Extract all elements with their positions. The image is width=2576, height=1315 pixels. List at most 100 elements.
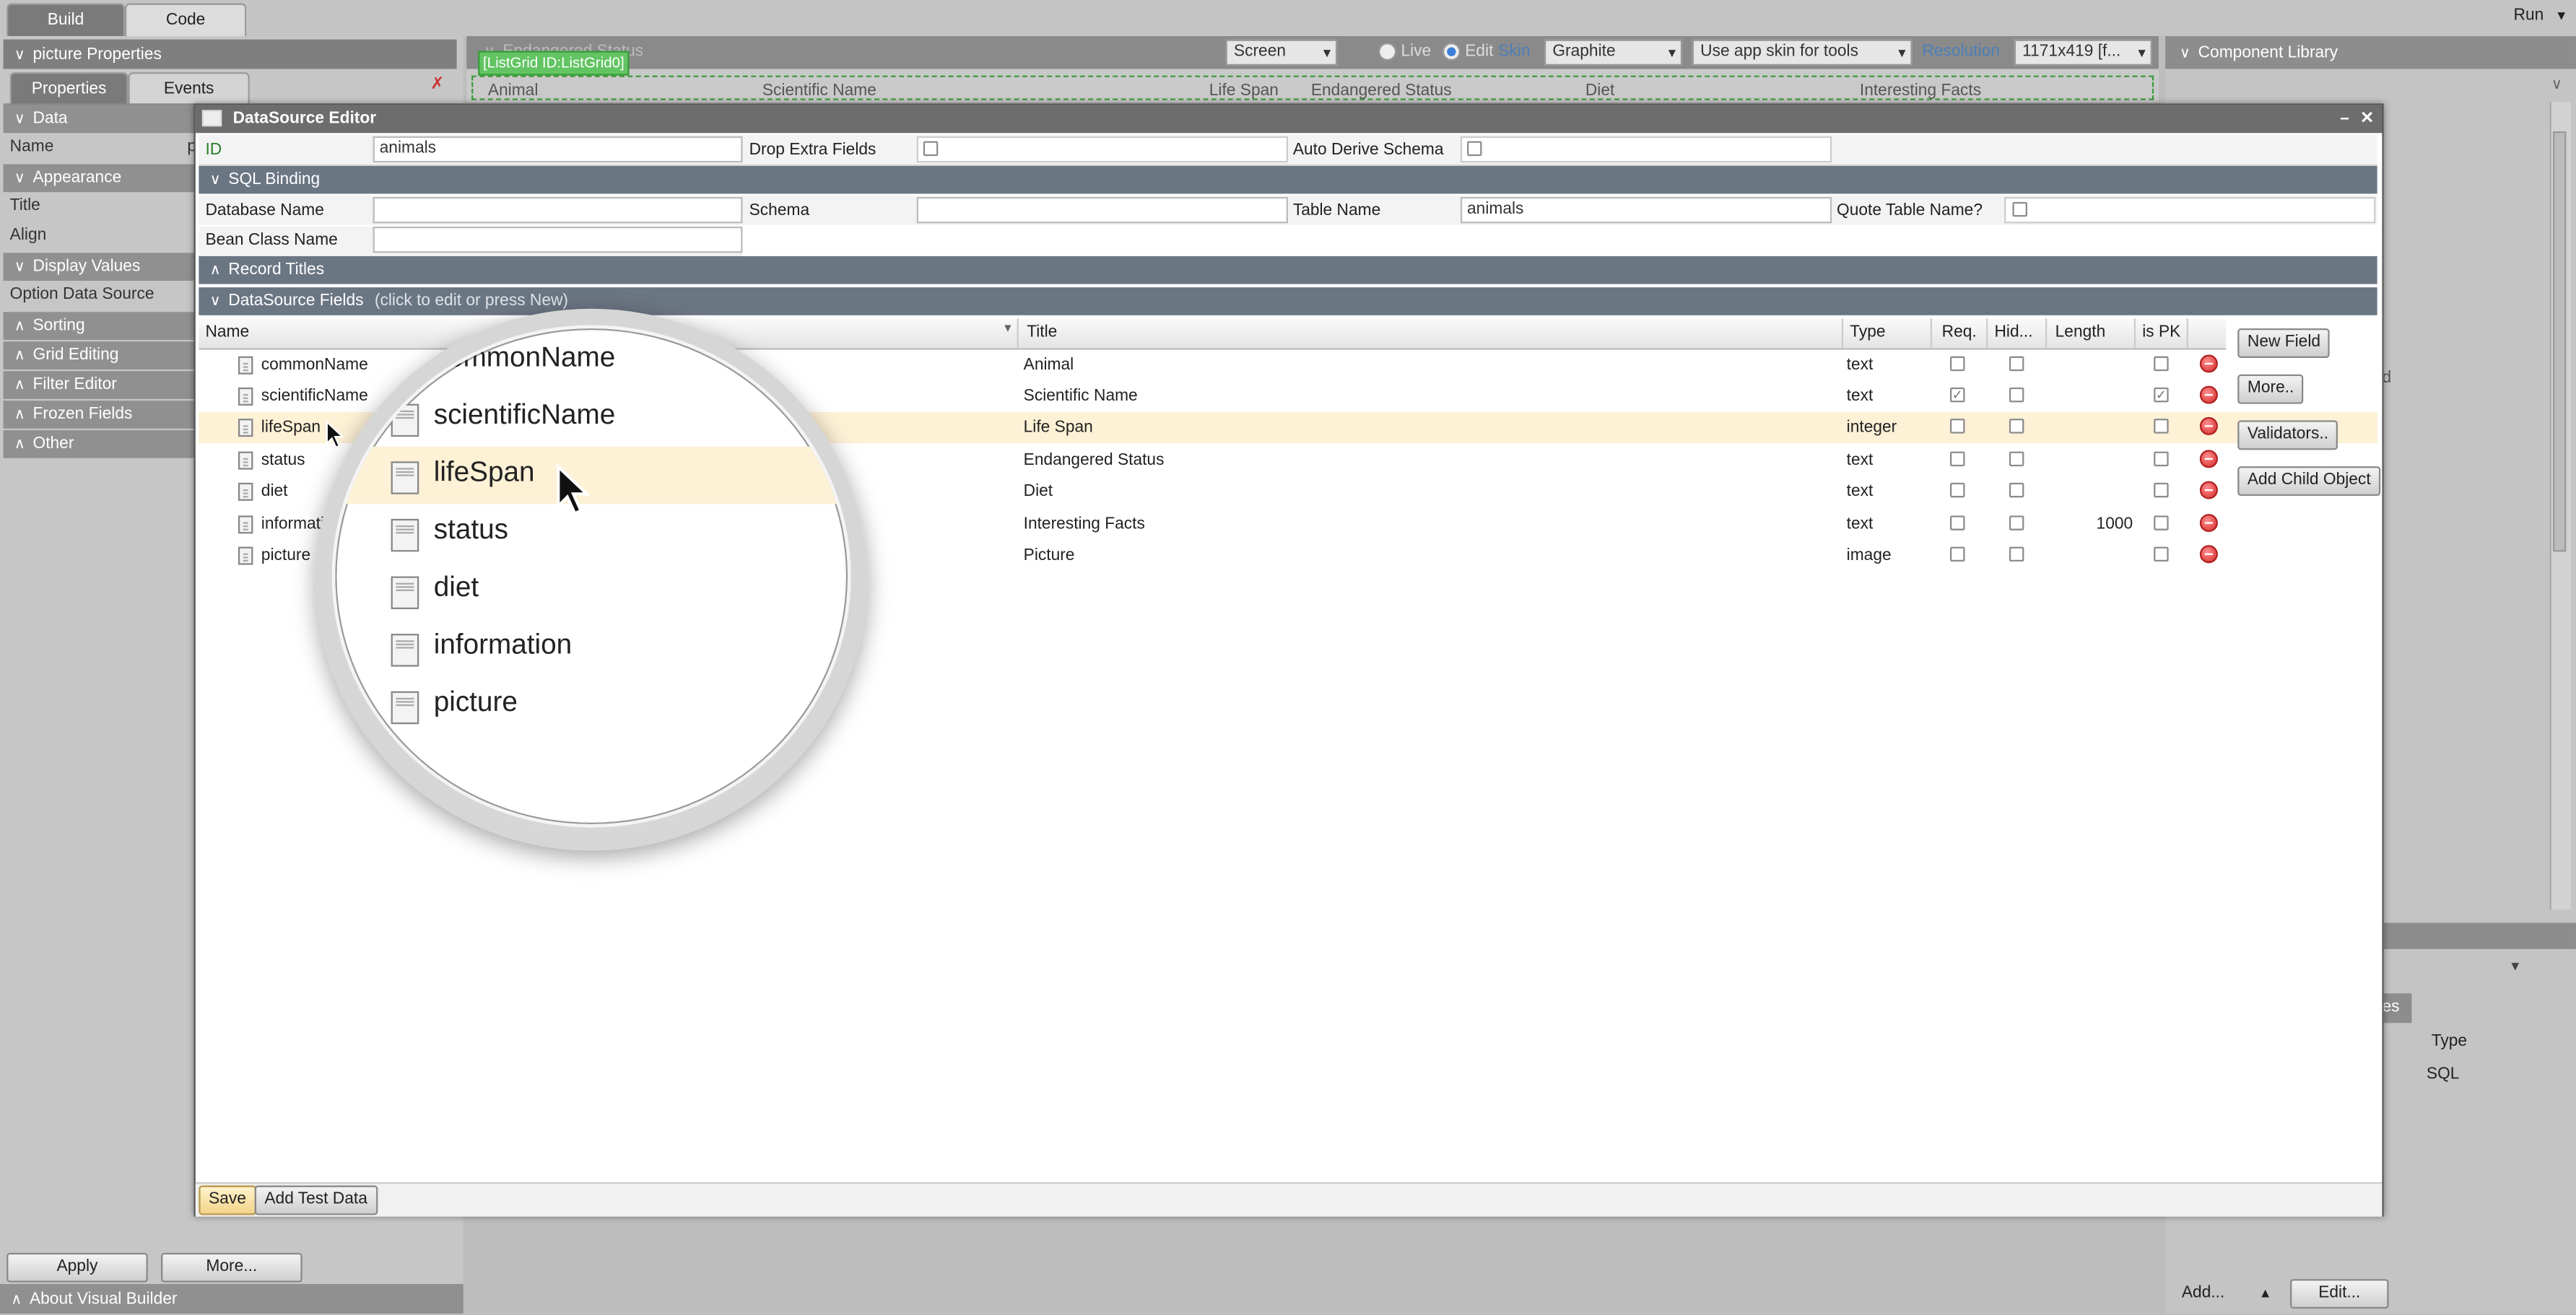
dialog-titlebar[interactable]: DataSource Editor – ✕ [195, 105, 2383, 134]
header-title[interactable]: Title [1027, 323, 1057, 341]
run-menu[interactable]: Run ▼ [2514, 6, 2568, 25]
column-diet[interactable]: Diet [1585, 82, 1614, 100]
database-name-input[interactable] [373, 197, 743, 224]
table-name-input[interactable]: animals [1460, 197, 1832, 224]
hidden-checkbox[interactable] [2009, 482, 2024, 498]
sort-icon[interactable]: ▼ [1002, 323, 1014, 335]
required-checkbox[interactable] [1950, 451, 1965, 467]
tools-skin-select[interactable]: Use app skin for tools [1692, 39, 1913, 66]
header-length[interactable]: Length [2055, 323, 2106, 341]
header-type[interactable]: Type [1850, 323, 1885, 341]
pk-checkbox[interactable] [2154, 515, 2169, 530]
scroll-thumb[interactable] [2553, 131, 2567, 552]
required-checkbox[interactable] [1950, 546, 1965, 562]
tab-properties[interactable]: Properties [9, 72, 129, 105]
more-button[interactable]: More... [160, 1252, 303, 1283]
pk-checkbox[interactable]: ✓ [2154, 387, 2169, 403]
canvas-tool-icons[interactable]: ✗ [430, 76, 444, 94]
file-icon [238, 482, 253, 501]
screen-select[interactable]: Screen [1225, 39, 1338, 66]
right-lower-header [2382, 922, 2576, 949]
pk-checkbox[interactable] [2154, 546, 2169, 562]
magnified-row: diet [335, 562, 848, 619]
remove-field-icon[interactable] [2199, 450, 2218, 468]
pk-checkbox[interactable] [2154, 482, 2169, 498]
skin-select[interactable]: Graphite [1544, 39, 1683, 66]
apply-button[interactable]: Apply [6, 1252, 148, 1283]
resolution-label: Resolution [1922, 43, 2000, 61]
more-options-button[interactable]: More.. [2237, 374, 2305, 404]
magnified-row-highlight: lifeSpan [335, 446, 848, 504]
tab-code[interactable]: Code [124, 3, 247, 37]
drop-extra-fields-label: Drop Extra Fields [749, 141, 876, 160]
pk-checkbox[interactable] [2154, 451, 2169, 467]
tab-events[interactable]: Events [128, 72, 250, 105]
required-checkbox[interactable] [1950, 356, 1965, 372]
column-life-span[interactable]: Life Span [1209, 82, 1279, 100]
column-interesting-facts[interactable]: Interesting Facts [1860, 82, 1981, 100]
remove-field-icon[interactable] [2199, 354, 2218, 373]
quote-table-name-checkbox[interactable] [2012, 201, 2027, 217]
close-icon[interactable]: ✕ [2360, 105, 2374, 134]
datasource-fields-header[interactable]: ∨ DataSource Fields (click to edit or pre… [199, 287, 2377, 315]
right-tab-fragment[interactable]: es [2382, 993, 2412, 1023]
dialog-footer [195, 1182, 2383, 1217]
edit-radio[interactable]: Edit [1442, 43, 1493, 61]
save-button[interactable]: Save [199, 1185, 256, 1215]
hidden-checkbox[interactable] [2009, 451, 2024, 467]
edit-button[interactable]: Edit... [2290, 1279, 2389, 1309]
required-checkbox[interactable] [1950, 515, 1965, 530]
magnified-row: scientificName [335, 389, 848, 447]
id-input[interactable]: animals [373, 136, 743, 163]
column-endangered-status[interactable]: Endangered Status [1311, 82, 1452, 100]
column-animal[interactable]: Animal [488, 82, 539, 100]
schema-label: Schema [749, 201, 810, 220]
header-req[interactable]: Req. [1942, 323, 1977, 341]
database-name-label: Database Name [205, 201, 324, 220]
hidden-checkbox[interactable] [2009, 546, 2024, 562]
chevron-down-icon: ▼ [2554, 8, 2568, 23]
add-child-object-button[interactable]: Add Child Object [2237, 466, 2381, 497]
hidden-checkbox[interactable] [2009, 419, 2024, 434]
required-checkbox[interactable] [1950, 482, 1965, 498]
chevron-up-icon: ▲ [2258, 1285, 2272, 1301]
file-icon [391, 461, 419, 494]
chevron-down-icon[interactable]: ∨ [2551, 76, 2562, 94]
remove-field-icon[interactable] [2199, 481, 2218, 499]
hidden-checkbox[interactable] [2009, 356, 2024, 372]
live-radio[interactable]: Live [1378, 43, 1431, 61]
validators-button[interactable]: Validators.. [2237, 420, 2338, 450]
header-hidden[interactable]: Hid... [1994, 323, 2032, 341]
remove-field-icon[interactable] [2199, 385, 2218, 404]
required-checkbox[interactable]: ✓ [1950, 387, 1965, 403]
pk-checkbox[interactable] [2154, 419, 2169, 434]
record-titles-header[interactable]: ∧ Record Titles [199, 255, 2377, 284]
column-scientific-name[interactable]: Scientific Name [762, 82, 876, 100]
header-name[interactable]: Name [205, 323, 249, 341]
hidden-checkbox[interactable] [2009, 515, 2024, 530]
required-checkbox[interactable] [1950, 419, 1965, 434]
minimize-icon[interactable]: – [2340, 105, 2349, 134]
new-field-button[interactable]: New Field [2237, 328, 2331, 358]
drop-extra-fields-checkbox[interactable] [923, 141, 939, 157]
pk-checkbox[interactable] [2154, 356, 2169, 372]
hidden-checkbox[interactable] [2009, 387, 2024, 403]
chevron-down-icon[interactable]: ▼ [2509, 959, 2522, 974]
add-menu[interactable]: Add... ▲ [2182, 1284, 2272, 1302]
add-test-data-button[interactable]: Add Test Data [254, 1185, 378, 1215]
about-visual-builder[interactable]: ∧ About Visual Builder [0, 1284, 464, 1314]
tab-build[interactable]: Build [6, 3, 125, 37]
remove-field-icon[interactable] [2199, 416, 2218, 435]
schema-input[interactable] [916, 197, 1288, 224]
component-library-header[interactable]: ∨ Component Library [2165, 36, 2576, 69]
auto-derive-schema-checkbox[interactable] [1467, 141, 1482, 157]
chevron-up-icon: ∧ [14, 405, 25, 422]
header-is-pk[interactable]: is PK [2142, 323, 2180, 341]
chevron-down-icon: ∨ [209, 170, 221, 188]
resolution-select[interactable]: 1171x419 [f... [2014, 39, 2152, 66]
id-label: ID [205, 141, 222, 160]
sql-binding-header[interactable]: ∨ SQL Binding [199, 165, 2377, 194]
remove-field-icon[interactable] [2199, 545, 2218, 564]
remove-field-icon[interactable] [2199, 514, 2218, 533]
bean-class-name-input[interactable] [373, 226, 743, 253]
